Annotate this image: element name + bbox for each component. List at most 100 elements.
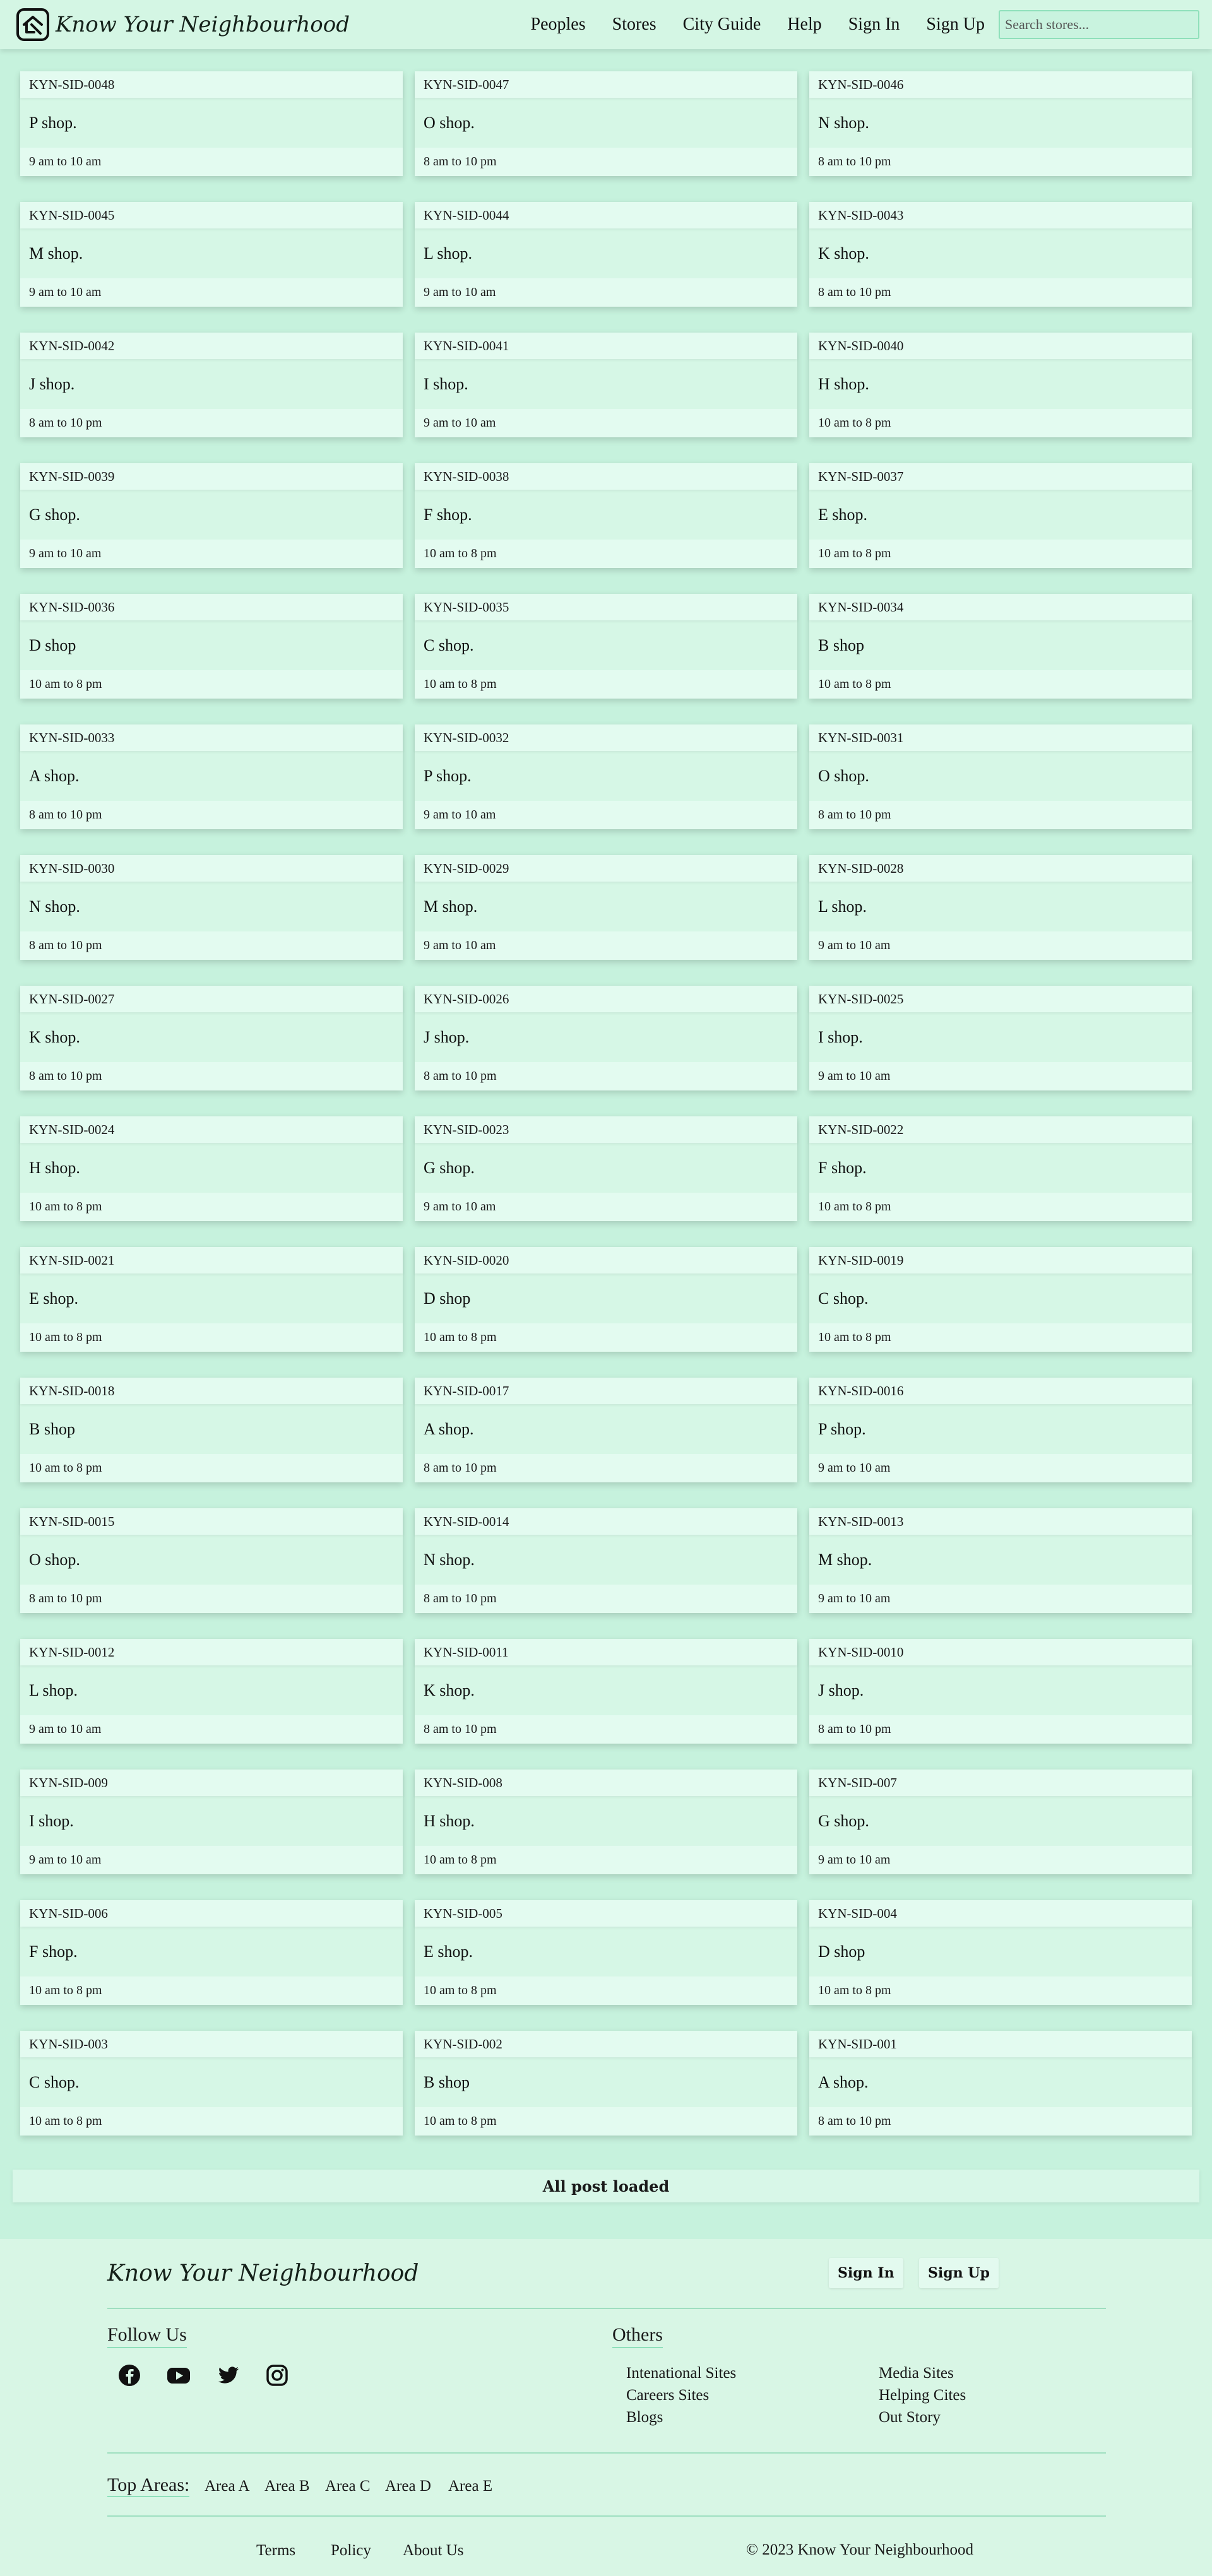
- store-card[interactable]: KYN-SID-0028 L shop. 9 am to 10 am: [809, 855, 1192, 960]
- store-card[interactable]: KYN-SID-0042 J shop. 8 am to 10 pm: [20, 333, 403, 437]
- store-card[interactable]: KYN-SID-001 A shop. 8 am to 10 pm: [809, 2031, 1192, 2136]
- store-card[interactable]: KYN-SID-0041 I shop. 9 am to 10 am: [415, 333, 797, 437]
- area-link-d[interactable]: Area D: [385, 2478, 431, 2495]
- store-name: N shop.: [424, 1550, 475, 1569]
- store-card[interactable]: KYN-SID-002 B shop 10 am to 8 pm: [415, 2031, 797, 2136]
- store-card[interactable]: KYN-SID-0017 A shop. 8 am to 10 pm: [415, 1378, 797, 1482]
- store-hours: 10 am to 8 pm: [415, 670, 797, 699]
- store-card[interactable]: KYN-SID-0026 J shop. 8 am to 10 pm: [415, 986, 797, 1090]
- store-card[interactable]: KYN-SID-003 C shop. 10 am to 8 pm: [20, 2031, 403, 2136]
- footer-sign-up-button[interactable]: Sign Up: [919, 2258, 999, 2288]
- store-grid: KYN-SID-0048 P shop. 9 am to 10 am KYN-SID-…: [20, 71, 1192, 2136]
- area-link-a[interactable]: Area A: [205, 2478, 250, 2495]
- store-card[interactable]: KYN-SID-0035 C shop. 10 am to 8 pm: [415, 594, 797, 699]
- nav-stores[interactable]: Stores: [612, 15, 656, 35]
- store-card[interactable]: KYN-SID-0018 B shop 10 am to 8 pm: [20, 1378, 403, 1482]
- store-card[interactable]: KYN-SID-0010 J shop. 8 am to 10 pm: [809, 1639, 1192, 1744]
- store-card[interactable]: KYN-SID-0036 D shop 10 am to 8 pm: [20, 594, 403, 699]
- nav-sign-in[interactable]: Sign In: [848, 15, 900, 35]
- store-card[interactable]: KYN-SID-005 E shop. 10 am to 8 pm: [415, 1900, 797, 2005]
- store-name: J shop.: [818, 1681, 864, 1699]
- store-card[interactable]: KYN-SID-0031 O shop. 8 am to 10 pm: [809, 724, 1192, 829]
- footer-sign-in-button[interactable]: Sign In: [829, 2258, 903, 2288]
- link-international-sites[interactable]: Intenational Sites: [626, 2365, 736, 2382]
- store-card[interactable]: KYN-SID-0046 N shop. 8 am to 10 pm: [809, 71, 1192, 176]
- about-us-link[interactable]: About Us: [403, 2542, 464, 2560]
- youtube-icon[interactable]: [166, 2363, 191, 2388]
- store-card[interactable]: KYN-SID-008 H shop. 10 am to 8 pm: [415, 1770, 797, 1874]
- store-card[interactable]: KYN-SID-0024 H shop. 10 am to 8 pm: [20, 1116, 403, 1221]
- area-link-e[interactable]: Area E: [448, 2478, 492, 2495]
- store-hours: 10 am to 8 pm: [20, 1193, 403, 1221]
- store-card[interactable]: KYN-SID-0044 L shop. 9 am to 10 am: [415, 202, 797, 307]
- store-card[interactable]: KYN-SID-0013 M shop. 9 am to 10 am: [809, 1508, 1192, 1613]
- store-card[interactable]: KYN-SID-0014 N shop. 8 am to 10 pm: [415, 1508, 797, 1613]
- twitter-icon[interactable]: [215, 2363, 241, 2388]
- store-card[interactable]: KYN-SID-0048 P shop. 9 am to 10 am: [20, 71, 403, 176]
- footer-divider-3: [107, 2515, 1106, 2517]
- terms-link[interactable]: Terms: [256, 2542, 295, 2560]
- store-id: KYN-SID-0016: [809, 1378, 1192, 1404]
- store-card[interactable]: KYN-SID-0038 F shop. 10 am to 8 pm: [415, 463, 797, 568]
- link-blogs[interactable]: Blogs: [626, 2409, 663, 2426]
- follow-us-heading: Follow Us: [107, 2324, 187, 2348]
- facebook-icon[interactable]: [117, 2363, 142, 2388]
- link-careers-sites[interactable]: Careers Sites: [626, 2387, 709, 2404]
- nav-city-guide[interactable]: City Guide: [683, 15, 761, 35]
- link-helping-cites[interactable]: Helping Cites: [879, 2387, 966, 2404]
- store-card[interactable]: KYN-SID-0020 D shop 10 am to 8 pm: [415, 1247, 797, 1352]
- store-hours: 9 am to 10 am: [809, 1585, 1192, 1613]
- nav-help[interactable]: Help: [787, 15, 821, 35]
- store-name: F shop.: [818, 1158, 867, 1177]
- store-name: O shop.: [29, 1550, 80, 1569]
- instagram-icon[interactable]: [264, 2363, 290, 2388]
- store-card[interactable]: KYN-SID-0023 G shop. 9 am to 10 am: [415, 1116, 797, 1221]
- store-card[interactable]: KYN-SID-0016 P shop. 9 am to 10 am: [809, 1378, 1192, 1482]
- store-id: KYN-SID-009: [20, 1770, 403, 1796]
- area-link-c[interactable]: Area C: [325, 2478, 371, 2495]
- store-card[interactable]: KYN-SID-0032 P shop. 9 am to 10 am: [415, 724, 797, 829]
- store-id: KYN-SID-0011: [415, 1639, 797, 1665]
- store-card[interactable]: KYN-SID-0030 N shop. 8 am to 10 pm: [20, 855, 403, 960]
- store-card[interactable]: KYN-SID-006 F shop. 10 am to 8 pm: [20, 1900, 403, 2005]
- nav-peoples[interactable]: Peoples: [531, 15, 586, 35]
- store-name: B shop: [818, 635, 864, 654]
- store-card[interactable]: KYN-SID-0034 B shop 10 am to 8 pm: [809, 594, 1192, 699]
- store-card[interactable]: KYN-SID-0047 O shop. 8 am to 10 pm: [415, 71, 797, 176]
- store-card[interactable]: KYN-SID-0037 E shop. 10 am to 8 pm: [809, 463, 1192, 568]
- store-name: O shop.: [818, 766, 869, 785]
- store-card[interactable]: KYN-SID-0043 K shop. 8 am to 10 pm: [809, 202, 1192, 307]
- store-card[interactable]: KYN-SID-007 G shop. 9 am to 10 am: [809, 1770, 1192, 1874]
- store-card[interactable]: KYN-SID-0027 K shop. 8 am to 10 pm: [20, 986, 403, 1090]
- store-card[interactable]: KYN-SID-0045 M shop. 9 am to 10 am: [20, 202, 403, 307]
- link-out-story[interactable]: Out Story: [879, 2409, 941, 2426]
- store-card[interactable]: KYN-SID-0019 C shop. 10 am to 8 pm: [809, 1247, 1192, 1352]
- area-link-b[interactable]: Area B: [264, 2478, 310, 2495]
- store-hours: 9 am to 10 am: [809, 1846, 1192, 1874]
- store-card[interactable]: KYN-SID-0025 I shop. 9 am to 10 am: [809, 986, 1192, 1090]
- store-card[interactable]: KYN-SID-004 D shop 10 am to 8 pm: [809, 1900, 1192, 2005]
- store-id: KYN-SID-0028: [809, 855, 1192, 882]
- store-hours: 10 am to 8 pm: [20, 1976, 403, 2005]
- store-card[interactable]: KYN-SID-0015 O shop. 8 am to 10 pm: [20, 1508, 403, 1613]
- store-card[interactable]: KYN-SID-0022 F shop. 10 am to 8 pm: [809, 1116, 1192, 1221]
- store-card[interactable]: KYN-SID-0012 L shop. 9 am to 10 am: [20, 1639, 403, 1744]
- store-name: B shop: [424, 2072, 470, 2091]
- store-card[interactable]: KYN-SID-0040 H shop. 10 am to 8 pm: [809, 333, 1192, 437]
- store-name: K shop.: [818, 244, 869, 263]
- policy-link[interactable]: Policy: [331, 2542, 371, 2560]
- store-card[interactable]: KYN-SID-0039 G shop. 9 am to 10 am: [20, 463, 403, 568]
- link-media-sites[interactable]: Media Sites: [879, 2365, 954, 2382]
- store-id: KYN-SID-0030: [20, 855, 403, 882]
- store-hours: 8 am to 10 pm: [415, 1062, 797, 1090]
- store-hours: 8 am to 10 pm: [809, 148, 1192, 176]
- store-card[interactable]: KYN-SID-0029 M shop. 9 am to 10 am: [415, 855, 797, 960]
- logo-link[interactable]: Know Your Neighbourhood: [15, 7, 350, 42]
- store-card[interactable]: KYN-SID-0033 A shop. 8 am to 10 pm: [20, 724, 403, 829]
- nav-sign-up[interactable]: Sign Up: [926, 15, 985, 35]
- store-id: KYN-SID-0029: [415, 855, 797, 882]
- store-card[interactable]: KYN-SID-0011 K shop. 8 am to 10 pm: [415, 1639, 797, 1744]
- search-input[interactable]: [999, 10, 1199, 39]
- store-card[interactable]: KYN-SID-009 I shop. 9 am to 10 am: [20, 1770, 403, 1874]
- store-card[interactable]: KYN-SID-0021 E shop. 10 am to 8 pm: [20, 1247, 403, 1352]
